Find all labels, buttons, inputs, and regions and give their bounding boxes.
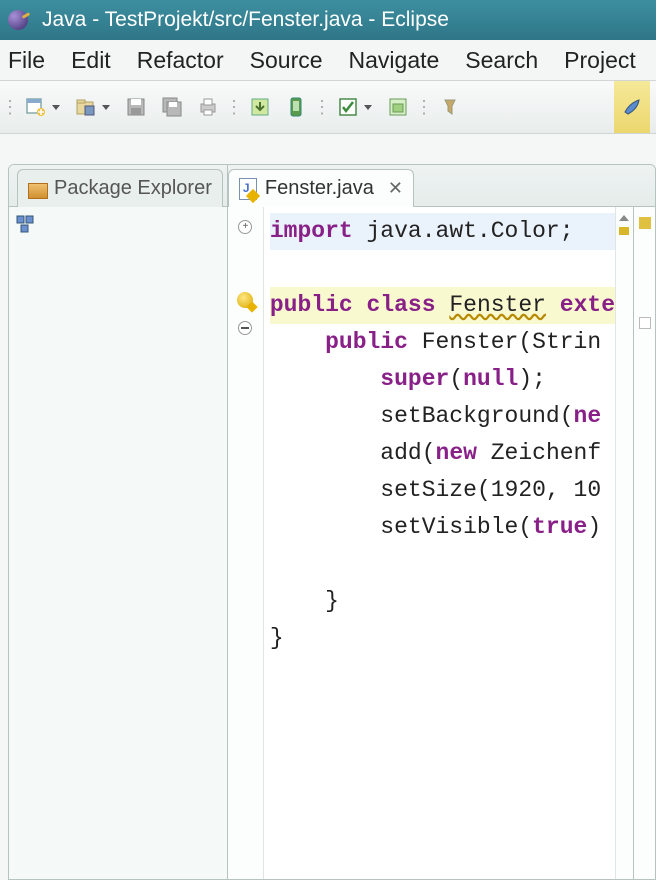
code-token: new [436, 440, 477, 466]
code-token: public [270, 292, 353, 318]
pin-icon [439, 96, 461, 118]
code-token: ( [449, 366, 463, 392]
editor-tab-fenster[interactable]: Fenster.java ✕ [228, 169, 414, 207]
code-token: class [367, 292, 436, 318]
code-token: public [325, 329, 408, 355]
eclipse-app-icon [8, 10, 28, 30]
toolbar-separator [230, 92, 238, 122]
window-title: Java - TestProjekt/src/Fenster.java - Ec… [42, 8, 449, 32]
editor-area: Fenster.java ✕ + import java.awt.Color; … [228, 165, 655, 879]
menu-bar: File Edit Refactor Source Navigate Searc… [0, 40, 656, 80]
package-green-icon [387, 96, 409, 118]
build-button[interactable] [246, 93, 274, 121]
code-token: exte [560, 292, 615, 318]
fold-expand-icon[interactable]: + [237, 217, 253, 237]
menu-file[interactable]: File [8, 47, 45, 74]
menu-navigate[interactable]: Navigate [349, 47, 440, 74]
package-explorer-body [9, 207, 227, 879]
code-token: Fenster [449, 292, 546, 318]
code-token: add( [380, 440, 435, 466]
print-button[interactable] [194, 93, 222, 121]
code-token: true [532, 514, 587, 540]
new-button[interactable] [22, 93, 50, 121]
menu-search[interactable]: Search [465, 47, 538, 74]
editor-side-stack [633, 207, 655, 879]
checkbox-dropdown[interactable] [334, 93, 362, 121]
brush-icon [621, 96, 643, 118]
toolbar-separator [318, 92, 326, 122]
package-explorer-icon [28, 180, 46, 198]
menu-edit[interactable]: Edit [71, 47, 111, 74]
floppy-all-icon [161, 96, 183, 118]
overview-marker-warning[interactable] [619, 227, 629, 235]
code-token: Fenster(Strin [408, 329, 601, 355]
build-icon [249, 96, 271, 118]
filter-button[interactable] [436, 93, 464, 121]
menu-project[interactable]: Project [564, 47, 636, 74]
fold-collapse-icon[interactable] [237, 318, 253, 338]
code-token: null [463, 366, 518, 392]
marker-blank-icon[interactable] [639, 317, 651, 329]
device-button[interactable] [282, 93, 310, 121]
code-token: ); [518, 366, 546, 392]
main-toolbar [0, 80, 656, 134]
workbench-client-area: Package Explorer Fenster.java [0, 134, 656, 880]
editor-tab-title: Fenster.java [265, 177, 374, 200]
code-token: import [270, 218, 353, 244]
package-explorer-view: Package Explorer [9, 165, 228, 879]
save-button[interactable] [122, 93, 150, 121]
editor-body: + import java.awt.Color; public class Fe… [228, 207, 655, 879]
device-icon [285, 96, 307, 118]
editor-left-ruler: + [228, 207, 264, 879]
java-file-warning-icon [239, 178, 257, 200]
code-token: ) [587, 514, 601, 540]
close-icon[interactable]: ✕ [388, 178, 403, 199]
marker-warning-icon[interactable] [639, 217, 651, 229]
folder-save-icon [75, 96, 97, 118]
menu-source[interactable]: Source [250, 47, 323, 74]
code-token: } [270, 625, 284, 651]
package-button[interactable] [384, 93, 412, 121]
editor-overview-ruler[interactable] [615, 207, 633, 879]
scroll-up-icon[interactable] [618, 209, 630, 221]
floppy-icon [125, 96, 147, 118]
code-token: setBackground( [380, 403, 573, 429]
code-token: Zeichenf [477, 440, 601, 466]
code-token: } [325, 588, 339, 614]
perspective-switcher[interactable] [614, 81, 650, 133]
code-token: setVisible( [380, 514, 532, 540]
package-explorer-title: Package Explorer [54, 177, 212, 200]
code-token: java.awt.Color; [353, 218, 574, 244]
save-dropdown-button[interactable] [72, 93, 100, 121]
hierarchy-icon [16, 215, 34, 233]
menu-refactor[interactable]: Refactor [137, 47, 224, 74]
toolbar-separator [6, 92, 14, 122]
code-editor[interactable]: import java.awt.Color; public class Fens… [264, 207, 615, 879]
package-explorer-tab[interactable]: Package Explorer [17, 169, 223, 207]
toolbar-separator [420, 92, 428, 122]
view-stack: Package Explorer Fenster.java [8, 164, 656, 880]
code-token: setSize(1920, 10 [380, 477, 601, 503]
print-icon [197, 96, 219, 118]
window-titlebar: Java - TestProjekt/src/Fenster.java - Ec… [0, 0, 656, 40]
save-all-button[interactable] [158, 93, 186, 121]
warning-marker[interactable] [237, 290, 253, 310]
code-token: super [380, 366, 449, 392]
code-token: ne [574, 403, 602, 429]
new-window-icon [25, 96, 47, 118]
check-icon [337, 96, 359, 118]
editor-tabstrip: Fenster.java ✕ [228, 165, 655, 207]
package-explorer-tabstrip: Package Explorer [9, 165, 227, 207]
